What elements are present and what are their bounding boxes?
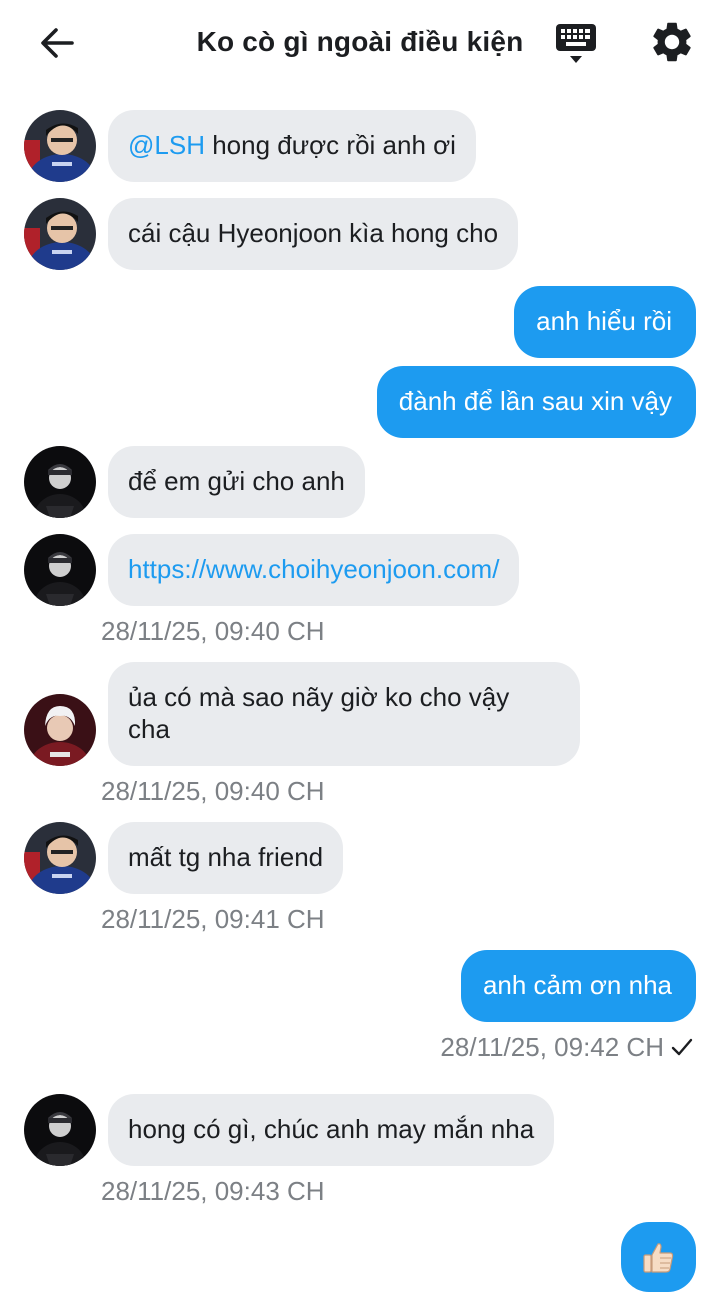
message-bubble[interactable]: mất tg nha friend [108, 822, 344, 894]
message-bubble[interactable]: cái cậu Hyeonjoon kìa hong cho [108, 198, 519, 270]
message-bubble[interactable]: ủa có mà sao nãy giờ ko cho vậy cha [108, 662, 580, 766]
keyboard-icon[interactable] [553, 22, 599, 66]
message-text: cái cậu Hyeonjoon kìa hong cho [128, 218, 499, 248]
message-bubble[interactable]: https://www.choihyeonjoon.com/ [108, 534, 520, 606]
message-text: mất tg nha friend [128, 842, 324, 872]
message-bubble[interactable]: @LSH hong được rồi anh ơi [108, 110, 476, 182]
message-text-line: ủa có mà sao nãy giờ ko cho vậy [128, 682, 510, 712]
message-timestamp: 28/11/25, 09:43 CH [101, 1176, 325, 1206]
chat-header: Ko cò gì ngoài điều kiện [0, 0, 720, 86]
avatar[interactable] [24, 110, 96, 182]
mention-link[interactable]: @LSH [128, 130, 205, 160]
avatar[interactable] [24, 198, 96, 270]
message-text: để em gửi cho anh [128, 466, 345, 496]
message-bubble-outgoing[interactable]: đành để lần sau xin vậy [376, 366, 696, 438]
thumbs-up-icon [640, 1240, 676, 1276]
message-bubble-outgoing[interactable]: anh hiểu rồi [514, 286, 696, 358]
avatar[interactable] [24, 1094, 96, 1166]
message-link[interactable]: https://www.choihyeonjoon.com/ [128, 554, 499, 584]
message-bubble[interactable]: hong có gì, chúc anh may mắn nha [108, 1094, 555, 1166]
message-text: đành để lần sau xin vậy [398, 386, 672, 416]
avatar[interactable] [24, 446, 96, 518]
message-bubble[interactable]: để em gửi cho anh [108, 446, 365, 518]
message-text: anh cảm ơn nha [482, 970, 672, 1000]
message-timestamp: 28/11/25, 09:40 CH [101, 616, 325, 646]
message-timestamp: 28/11/25, 09:42 CH [440, 1032, 664, 1062]
avatar[interactable] [24, 534, 96, 606]
avatar[interactable] [24, 822, 96, 894]
sent-check-icon [670, 1036, 694, 1058]
message-bubble-outgoing[interactable]: anh cảm ơn nha [460, 950, 696, 1022]
message-timestamp: 28/11/25, 09:40 CH [101, 776, 325, 806]
conversation-title: Ko cò gì ngoài điều kiện [196, 26, 524, 57]
avatar[interactable] [24, 694, 96, 766]
message-text: hong được rồi anh ơi [204, 130, 456, 160]
message-text: anh hiểu rồi [536, 306, 672, 336]
message-text-line: cha [128, 714, 170, 744]
gear-icon[interactable] [648, 18, 696, 66]
message-timestamp: 28/11/25, 09:41 CH [101, 904, 325, 934]
message-text: hong có gì, chúc anh may mắn nha [128, 1114, 535, 1144]
